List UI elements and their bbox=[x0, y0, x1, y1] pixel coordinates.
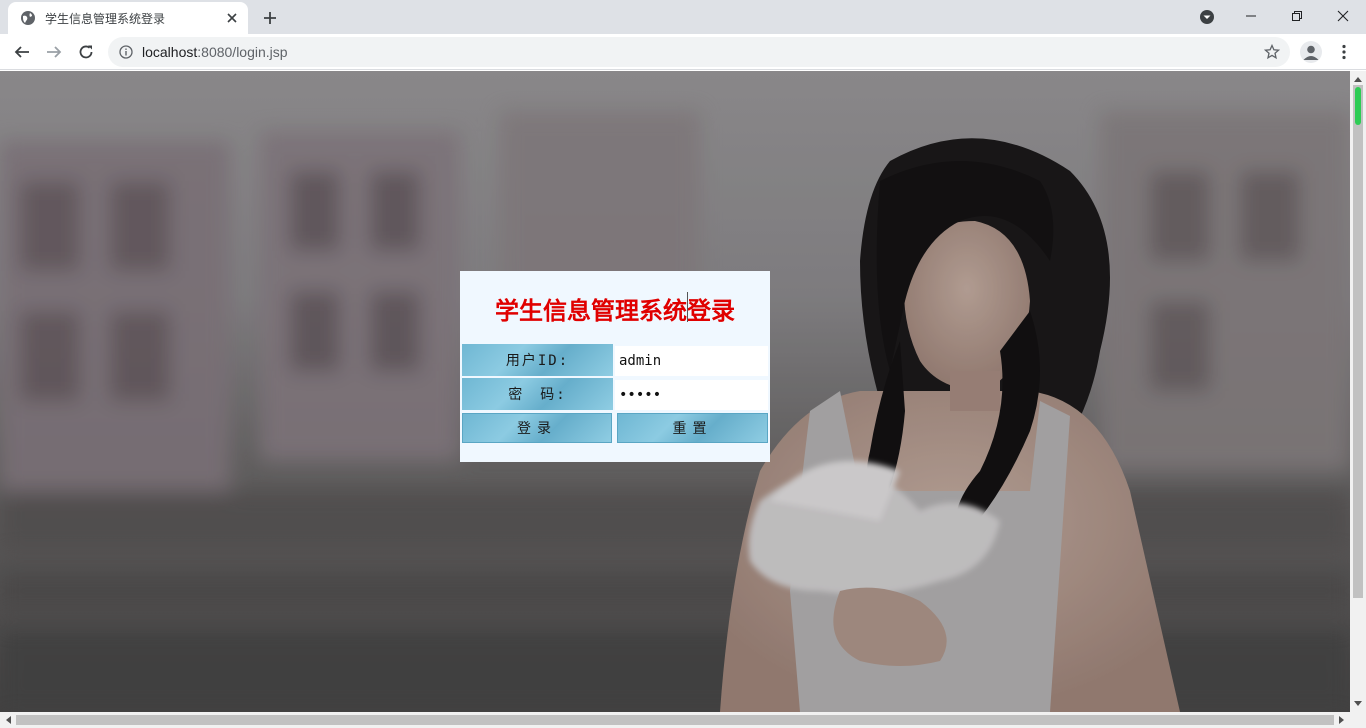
scroll-right-icon[interactable] bbox=[1334, 712, 1350, 728]
back-arrow-icon[interactable] bbox=[8, 38, 36, 66]
user-id-input[interactable] bbox=[615, 346, 768, 376]
tab-title: 学生信息管理系统登录 bbox=[45, 11, 166, 26]
address-bar[interactable]: localhost:8080/login.jsp bbox=[108, 37, 1290, 67]
horizontal-scroll-thumb[interactable] bbox=[16, 715, 1334, 725]
login-panel: 学生信息管理系统登录 用户ID: 密 码: 登录 重置 bbox=[460, 271, 770, 462]
page-viewport: 学生信息管理系统登录 用户ID: 密 码: 登录 重置 bbox=[0, 71, 1350, 712]
vertical-scrollbar[interactable] bbox=[1350, 71, 1366, 712]
scroll-down-icon[interactable] bbox=[1350, 696, 1366, 712]
tab-search-icon[interactable] bbox=[1196, 6, 1218, 28]
horizontal-scrollbar[interactable] bbox=[0, 712, 1366, 728]
window-close-icon[interactable] bbox=[1320, 0, 1366, 32]
close-icon[interactable] bbox=[224, 10, 240, 26]
password-row: 密 码: bbox=[462, 378, 768, 410]
scroll-indicator bbox=[1355, 87, 1361, 125]
scroll-left-icon[interactable] bbox=[0, 712, 16, 728]
password-input[interactable] bbox=[615, 380, 768, 410]
user-id-label: 用户ID: bbox=[462, 344, 613, 376]
new-tab-button[interactable] bbox=[258, 6, 282, 30]
restore-icon[interactable] bbox=[1274, 0, 1320, 32]
info-icon[interactable] bbox=[118, 44, 134, 60]
tab-strip: 学生信息管理系统登录 bbox=[0, 0, 1366, 34]
login-title: 学生信息管理系统登录 bbox=[495, 297, 735, 325]
url-text: localhost:8080/login.jsp bbox=[142, 44, 288, 60]
login-button[interactable]: 登录 bbox=[462, 413, 612, 443]
forward-arrow-icon[interactable] bbox=[40, 38, 68, 66]
reload-icon[interactable] bbox=[72, 38, 100, 66]
browser-tab[interactable]: 学生信息管理系统登录 bbox=[8, 2, 248, 34]
url-host: localhost bbox=[142, 44, 198, 60]
button-row: 登录 重置 bbox=[462, 413, 768, 445]
url-path: :8080/login.jsp bbox=[197, 44, 288, 60]
star-icon[interactable] bbox=[1264, 44, 1280, 60]
user-id-row: 用户ID: bbox=[462, 344, 768, 376]
browser-toolbar: localhost:8080/login.jsp bbox=[0, 34, 1366, 70]
text-caret bbox=[687, 292, 688, 322]
profile-icon[interactable] bbox=[1300, 41, 1322, 63]
globe-icon bbox=[20, 10, 36, 26]
password-label: 密 码: bbox=[462, 378, 613, 410]
vertical-scroll-thumb[interactable] bbox=[1353, 85, 1363, 598]
reset-button[interactable]: 重置 bbox=[617, 413, 768, 443]
kebab-menu-icon[interactable] bbox=[1334, 40, 1354, 64]
minimize-icon[interactable] bbox=[1228, 0, 1274, 32]
